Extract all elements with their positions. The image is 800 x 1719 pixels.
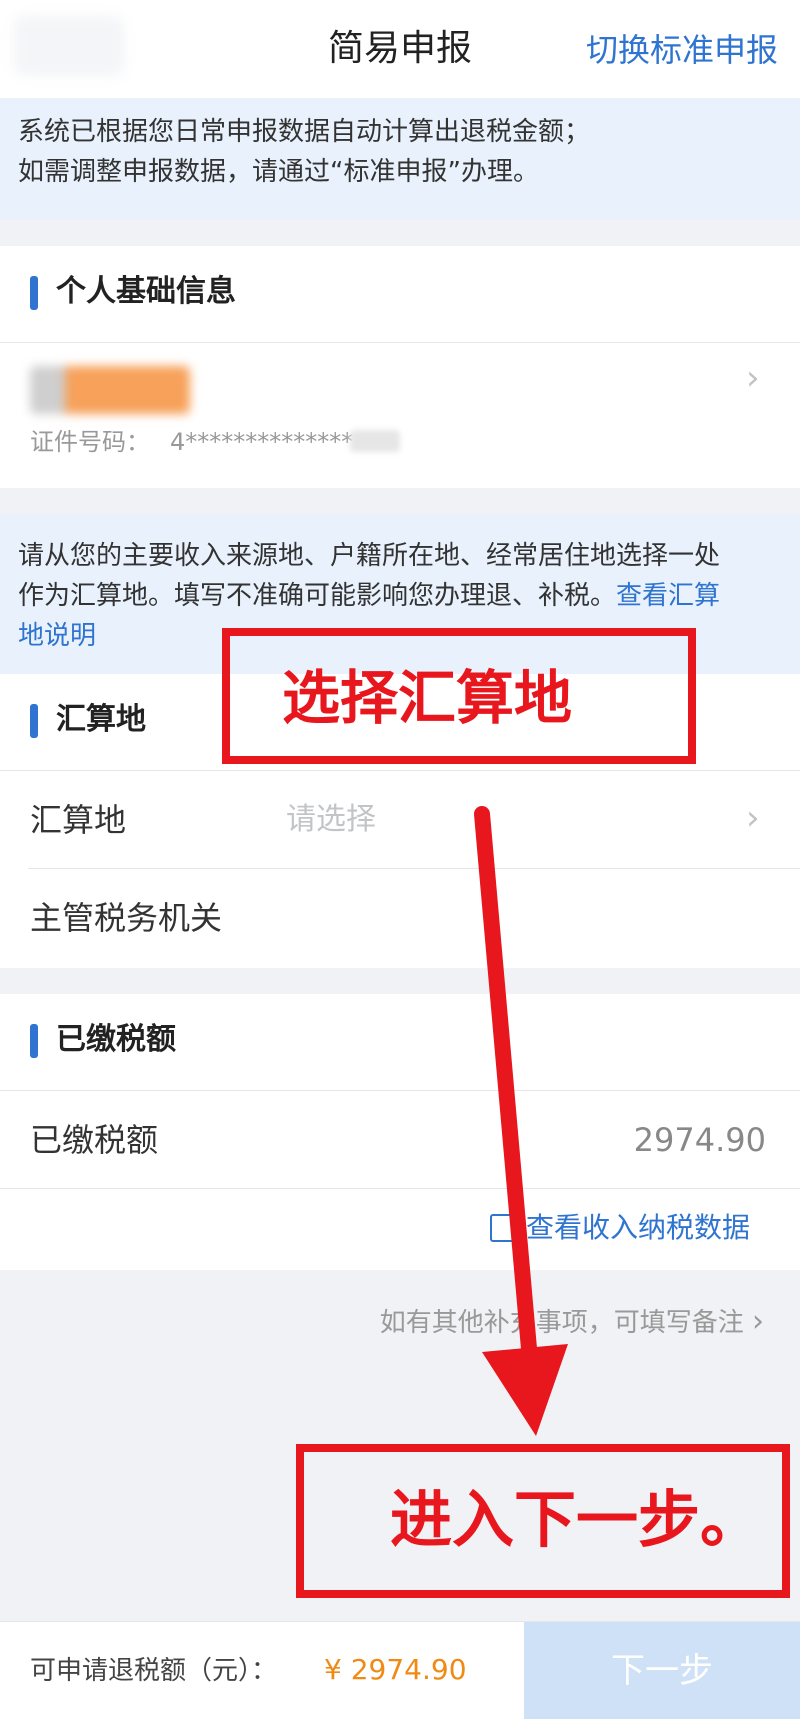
section-title-paid-tax: 已缴税额 <box>56 1022 176 1057</box>
annotation-arrow-icon <box>474 806 568 1436</box>
switch-standard-declaration-link[interactable]: 切换标准申报 <box>586 28 778 72</box>
paid-tax-amount: 2974.90 <box>633 1121 766 1159</box>
chevron-right-icon: › <box>752 1304 764 1339</box>
chevron-right-icon: › <box>746 358 760 398</box>
settlement-place-label: 汇算地 <box>30 801 127 839</box>
paid-tax-card: 已缴税额 已缴税额 2974.90 查看收入纳税数据 <box>0 994 800 1270</box>
annotation-text-next-step: 进入下一步。 <box>390 1483 763 1556</box>
bottom-bar: 可申请退税额（元）： ¥ 2974.90 下一步 <box>0 1621 800 1719</box>
divider <box>28 868 800 869</box>
section-accent-bar <box>30 276 38 310</box>
settlement-notice-line-1: 请从您的主要收入来源地、户籍所在地、经常居住地选择一处 <box>18 541 721 571</box>
personal-info-row[interactable] <box>0 343 800 488</box>
auto-calculation-notice: 系统已根据您日常申报数据自动计算出退税金额； 如需调整申报数据，请通过“标准申报… <box>0 98 800 220</box>
divider <box>0 1188 800 1189</box>
id-masked-blur <box>350 430 400 452</box>
notice-line-1: 系统已根据您日常申报数据自动计算出退税金额； <box>18 117 591 147</box>
id-number-value: 4************** <box>170 428 354 456</box>
section-accent-bar <box>30 704 38 738</box>
settlement-notice-line-2: 作为汇算地。填写不准确可能影响您办理退、补税。 <box>18 581 617 611</box>
id-number-label: 证件号码： <box>30 428 150 456</box>
annotation-text-select-place: 选择汇算地 <box>282 664 573 732</box>
settlement-place-placeholder: 请选择 <box>286 802 376 837</box>
section-title-personal-info: 个人基础信息 <box>56 274 236 309</box>
section-accent-bar <box>30 1024 38 1058</box>
chevron-right-icon: › <box>746 798 760 838</box>
section-title-settlement: 汇算地 <box>56 702 146 737</box>
divider <box>0 1090 800 1091</box>
refund-amount-label: 可申请退税额（元）： <box>30 1656 278 1686</box>
refund-amount-value: ¥ 2974.90 <box>324 1653 467 1686</box>
next-step-button[interactable]: 下一步 <box>524 1622 800 1719</box>
tax-authority-label: 主管税务机关 <box>30 899 223 937</box>
view-settlement-explanation-link-cont[interactable]: 地说明 <box>18 616 96 656</box>
name-masked-blur <box>30 366 190 414</box>
paid-tax-label: 已缴税额 <box>30 1121 159 1159</box>
notice-line-2: 如需调整申报数据，请通过“标准申报”办理。 <box>18 157 539 187</box>
app-header: 简易申报 切换标准申报 <box>0 0 800 98</box>
view-settlement-explanation-link[interactable]: 查看汇算 <box>616 581 720 611</box>
